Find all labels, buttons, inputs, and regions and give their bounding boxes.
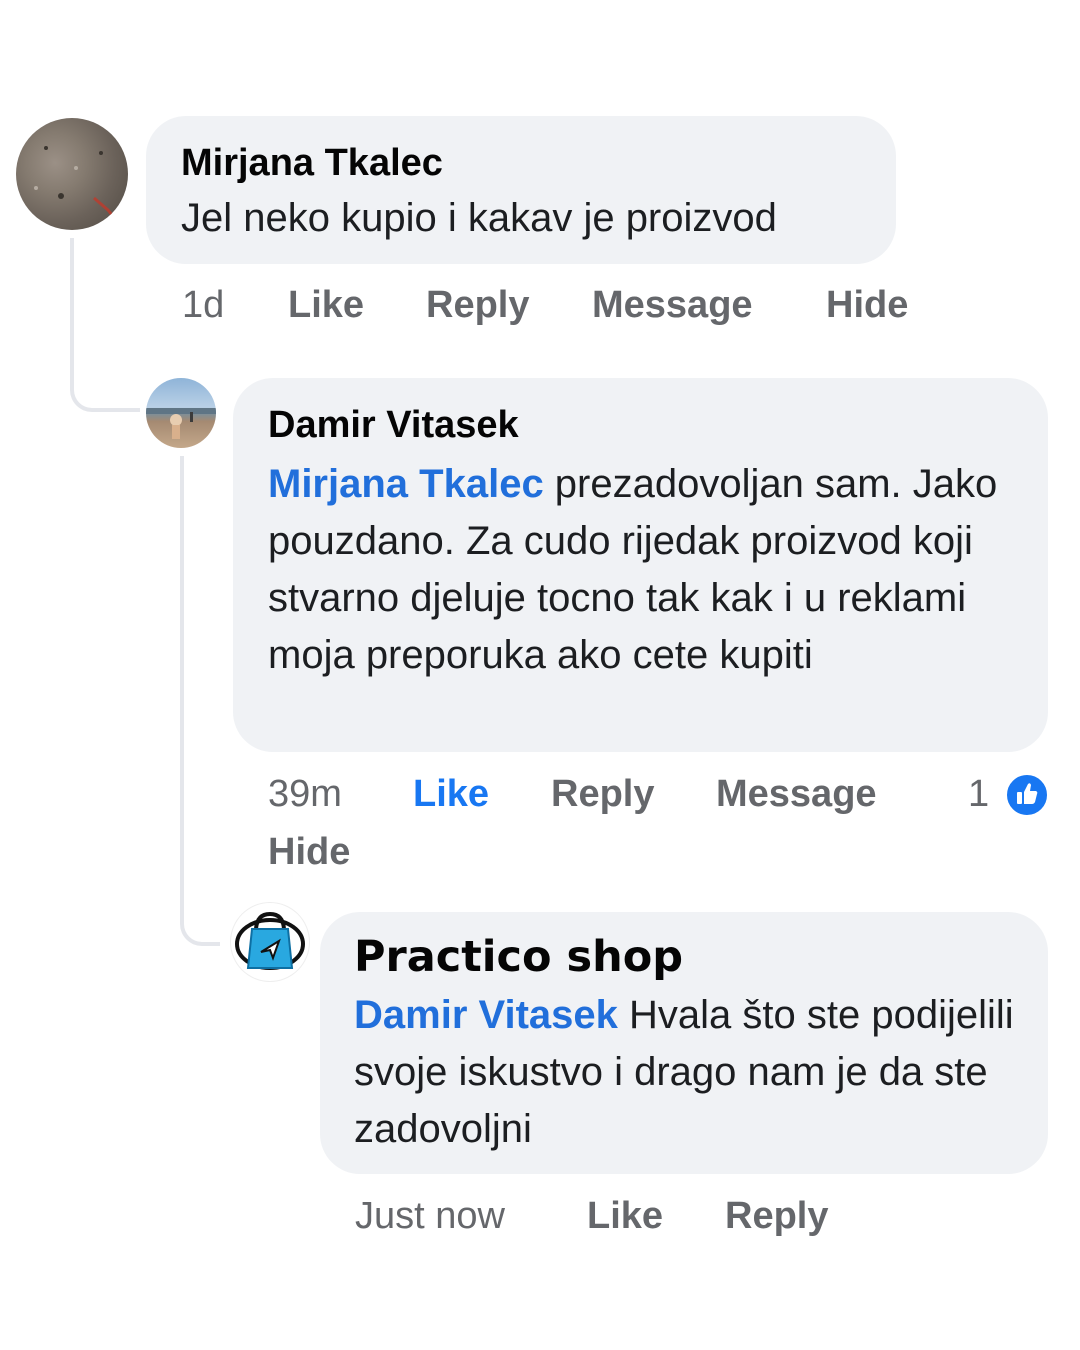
comment-author[interactable]: Mirjana Tkalec [181,140,896,186]
comment-actions-damir: 39m Like Reply Message Hide [268,773,1028,883]
message-button[interactable]: Message [592,284,753,327]
comment-text: Damir Vitasek Hvala što ste podijelili s… [354,987,1034,1158]
comment-bubble-damir: Damir Vitasek Mirjana Tkalec prezadovolj… [233,378,1048,752]
like-button[interactable]: Like [587,1195,663,1238]
comment-timestamp[interactable]: 39m [268,773,342,816]
comment-text: Jel neko kupio i kakav je proizvod [181,196,777,240]
thumbs-up-icon[interactable] [1004,772,1050,818]
comment-actions-mirjana: 1d Like Reply Message Hide [182,284,982,330]
like-button[interactable]: Like [288,284,364,327]
thread-line-2 [180,456,220,946]
comment-timestamp[interactable]: Just now [355,1195,505,1238]
reply-button[interactable]: Reply [426,284,529,327]
like-button[interactable]: Like [413,773,489,816]
reply-button[interactable]: Reply [551,773,654,816]
avatar-photo-texture [34,146,118,221]
reaction-count[interactable]: 1 [968,773,989,816]
comment-author[interactable]: Damir Vitasek [268,402,1048,448]
comment-timestamp[interactable]: 1d [182,284,224,327]
comment-text-first: prezadovoljan sam. [543,462,902,506]
comment-text-first: Hvala što ste [617,993,861,1037]
comment-text: Mirjana Tkalec prezadovoljan sam. Jako p… [268,456,1028,684]
avatar-mirjana[interactable] [16,118,128,230]
reply-button[interactable]: Reply [725,1195,828,1238]
shopping-bag-icon [235,911,305,970]
mention-link[interactable]: Mirjana Tkalec [268,462,544,506]
mention-link[interactable]: Damir Vitasek [354,993,618,1037]
comment-bubble-mirjana: Mirjana Tkalec Jel neko kupio i kakav je… [146,116,896,264]
hide-button[interactable]: Hide [826,284,908,327]
comment-bubble-practico: Practico shop Damir Vitasek Hvala što st… [320,912,1048,1174]
thread-line-1 [70,238,140,412]
avatar-practico-shop[interactable] [230,902,310,982]
avatar-damir[interactable] [146,378,216,448]
comment-actions-practico: Just now Like Reply [355,1195,955,1241]
comment-author[interactable]: Practico shop [354,930,1048,985]
message-button[interactable]: Message [716,773,877,816]
avatar-photo-beach [146,408,216,439]
hide-button[interactable]: Hide [268,831,350,874]
thumbs-up-glyph [1017,783,1038,804]
